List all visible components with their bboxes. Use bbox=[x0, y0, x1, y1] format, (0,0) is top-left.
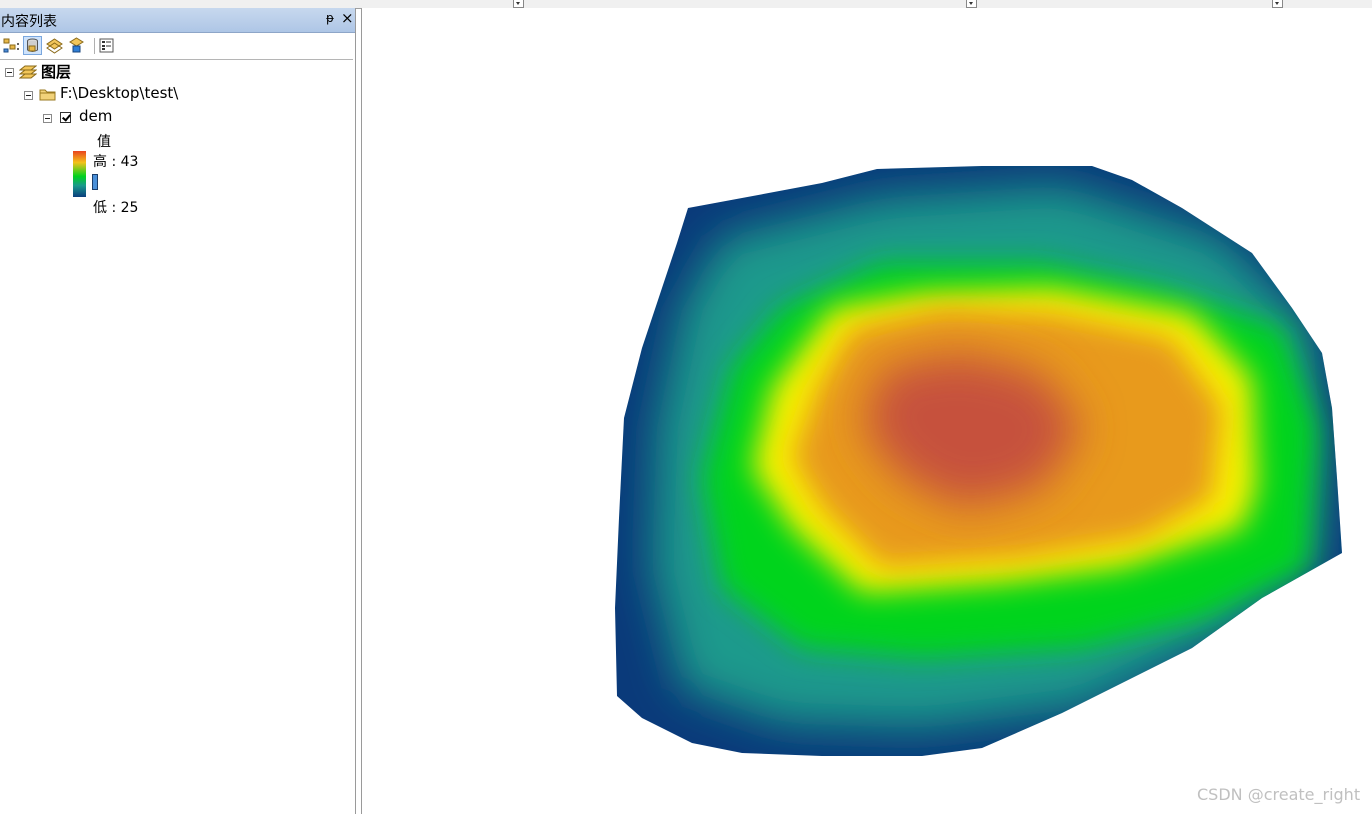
dropdown-arrow-icon[interactable] bbox=[513, 0, 524, 8]
dropdown-arrow-icon[interactable] bbox=[1272, 0, 1283, 8]
layers-node-label[interactable]: 图层 bbox=[41, 61, 71, 82]
legend-color-ramp bbox=[73, 151, 86, 197]
table-of-contents-panel: 内容列表 ᵽ × 图层 F:\Desktop\test\ dem 值 高: 4… bbox=[0, 8, 356, 814]
folder-icon bbox=[39, 87, 57, 106]
toc-title-bar: 内容列表 ᵽ × bbox=[0, 8, 355, 33]
legend-symbol-swatch bbox=[92, 174, 98, 190]
toolbar-separator bbox=[94, 38, 95, 54]
dropdown-arrow-icon[interactable] bbox=[966, 0, 977, 8]
watermark: CSDN @create_right bbox=[1197, 785, 1361, 804]
pin-icon[interactable]: ᵽ bbox=[326, 11, 334, 25]
collapse-toggle[interactable] bbox=[5, 68, 14, 77]
toc-toolbar bbox=[0, 33, 353, 60]
layer-name-label[interactable]: dem bbox=[79, 107, 112, 125]
toc-title: 内容列表 bbox=[1, 14, 57, 30]
list-by-source-icon[interactable] bbox=[23, 36, 42, 55]
legend-high-label: 高 : 43 bbox=[93, 154, 139, 170]
legend-low-label: 低 : 25 bbox=[93, 200, 139, 216]
close-icon[interactable]: × bbox=[341, 9, 354, 27]
layer-visibility-checkbox[interactable] bbox=[60, 112, 71, 123]
list-by-visibility-icon[interactable] bbox=[45, 36, 64, 55]
folder-node-label[interactable]: F:\Desktop\test\ bbox=[60, 84, 178, 102]
options-icon[interactable] bbox=[97, 36, 116, 55]
dem-raster bbox=[615, 166, 1342, 756]
collapse-toggle[interactable] bbox=[24, 91, 33, 100]
collapse-toggle[interactable] bbox=[43, 114, 52, 123]
list-by-selection-icon[interactable] bbox=[67, 36, 86, 55]
list-by-drawing-order-icon[interactable] bbox=[2, 36, 21, 55]
map-display[interactable] bbox=[361, 8, 1372, 814]
legend-field-label: 值 bbox=[97, 134, 111, 150]
layers-icon bbox=[18, 64, 38, 84]
